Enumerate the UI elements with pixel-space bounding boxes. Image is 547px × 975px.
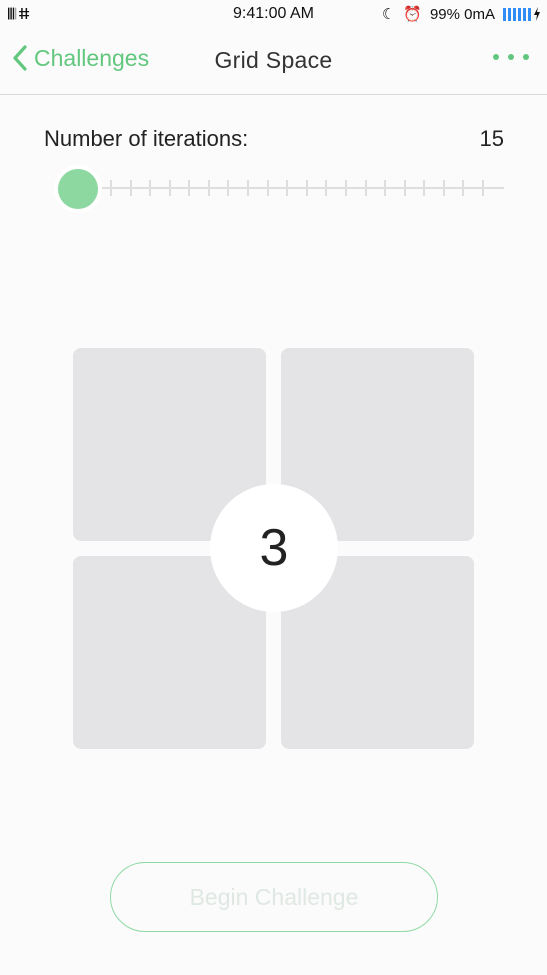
more-options-button[interactable] [493, 54, 529, 60]
iterations-label: Number of iterations: [44, 126, 249, 151]
status-right: ☾ ⏰ 99% 0mA [382, 5, 541, 23]
iterations-slider[interactable] [56, 168, 504, 209]
slider-tick [482, 180, 484, 196]
more-dot-icon [523, 54, 529, 60]
slider-tick [325, 180, 328, 196]
battery-text: 99% 0mA [429, 5, 495, 23]
slider-thumb[interactable] [58, 169, 98, 209]
slider-tick [403, 180, 406, 196]
slider-tick [442, 180, 445, 196]
slider-tick [207, 180, 210, 196]
navigation-bar: Challenges Grid Space [0, 30, 547, 95]
begin-challenge-button[interactable]: Begin Challenge [110, 862, 438, 932]
countdown-counter: 3 [210, 484, 338, 612]
iterations-value: 15 [479, 126, 504, 151]
slider-tick [110, 180, 112, 196]
slider-tick [344, 180, 347, 196]
slider-tick [168, 180, 171, 196]
more-dot-icon [493, 54, 499, 60]
page-title: Grid Space [214, 47, 333, 73]
more-dot-icon [508, 54, 514, 60]
moon-icon: ☾ [381, 6, 396, 23]
slider-tick [305, 180, 308, 196]
slider-track[interactable] [56, 187, 504, 189]
slider-tick [227, 180, 230, 196]
slider-tick [286, 180, 289, 196]
slider-tick [384, 180, 387, 196]
slider-tick [462, 180, 465, 196]
battery-icon [503, 7, 541, 21]
status-bar: 𝄃𝄃𝄃 ⵌ 9:41:00 AM ☾ ⏰ 99% 0mA [0, 0, 547, 30]
slider-tick [129, 180, 132, 196]
slider-tick [266, 180, 269, 196]
alarm-icon: ⏰ [403, 6, 422, 23]
slider-tick [364, 180, 367, 196]
slider-tick [247, 180, 250, 196]
slider-tick [188, 180, 191, 196]
slider-tick [423, 180, 426, 196]
slider-tick [149, 180, 152, 196]
